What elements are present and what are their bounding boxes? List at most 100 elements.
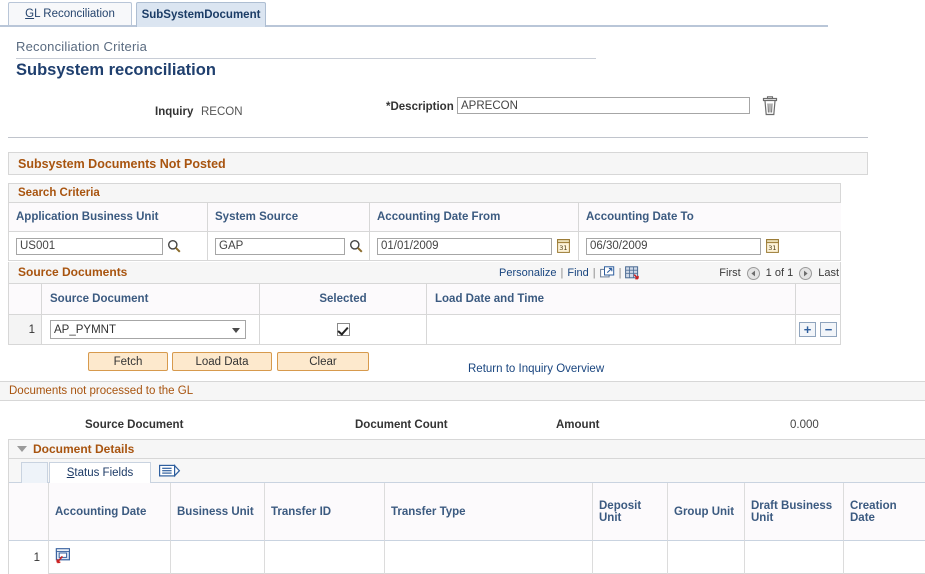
cell-source-document: AP_PYMNT (42, 314, 260, 344)
tab-subsystemdocument[interactable]: SubSystemDocument (136, 2, 266, 27)
cell-row-actions: + − (796, 314, 840, 344)
toolbar-separator-2: | (592, 267, 596, 279)
calendar-icon-date-to[interactable]: 31 (766, 239, 779, 253)
find-link[interactable]: Find (567, 267, 588, 279)
column-header-accounting-date-to: Accounting Date To (579, 203, 841, 231)
load-data-button[interactable]: Load Data (172, 352, 272, 371)
column-header-row-actions (796, 284, 840, 314)
column-header-application-business-unit: Application Business Unit (9, 203, 208, 231)
source-document-select-value: AP_PYMNT (54, 323, 116, 336)
source-document-select[interactable]: AP_PYMNT (50, 320, 246, 339)
view-all-icon[interactable] (599, 266, 615, 280)
column-header-accounting-date-from: Accounting Date From (370, 203, 579, 231)
tab-strip: GL Reconciliation SubSystemDocument (0, 0, 925, 27)
source-documents-title: Source Documents (18, 265, 128, 279)
document-details-grid: Status Fields Accounting Date Business U… (8, 459, 925, 574)
calendar-icon-date-from[interactable]: 31 (557, 239, 570, 253)
cell-load-date-and-time (427, 314, 796, 344)
column-header-accounting-date: Accounting Date (49, 483, 171, 540)
peoplesoft-page: GL Reconciliation SubSystemDocument Reco… (0, 0, 925, 574)
cell-accounting-date-from: 31 (370, 231, 579, 260)
column-header-detail-row-number (9, 483, 49, 540)
return-to-inquiry-overview-link[interactable]: Return to Inquiry Overview (468, 363, 604, 375)
documents-not-processed-label: Documents not processed to the GL (9, 385, 194, 397)
next-page-icon[interactable] (799, 266, 813, 280)
toolbar-separator-1: | (560, 267, 564, 279)
summary-label-amount: Amount (556, 419, 600, 431)
description-input[interactable] (457, 97, 750, 114)
cell-draft-business-unit (745, 540, 844, 574)
system-source-input[interactable] (215, 237, 345, 255)
search-criteria-grid: Application Business Unit System Source … (8, 203, 841, 261)
page-title: Subsystem reconciliation (16, 61, 216, 79)
detail-grid-tabrow: Status Fields (9, 459, 925, 483)
detail-grid-tab-corner (21, 462, 48, 483)
table-row-number: 1 (9, 314, 42, 344)
application-business-unit-input[interactable] (16, 237, 163, 255)
personalize-link[interactable]: Personalize (499, 267, 556, 279)
cell-selected (260, 314, 427, 344)
accounting-date-from-input[interactable] (377, 237, 552, 255)
breadcrumb: Reconciliation Criteria (16, 39, 148, 54)
grid-toolbar: Personalize | Find | | First 1 of 1 Last (499, 265, 839, 281)
cell-transfer-type (385, 540, 593, 574)
first-page-label[interactable]: First (719, 267, 740, 279)
column-header-group-unit: Group Unit (668, 483, 745, 540)
cell-accounting-date (49, 540, 171, 574)
search-criteria-label: Search Criteria (18, 187, 100, 199)
section-header-not-posted: Subsystem Documents Not Posted (8, 152, 868, 175)
summary-value-amount: 0.000 (790, 419, 819, 431)
document-details-title: Document Details (33, 442, 135, 456)
column-header-deposit-unit: Deposit Unit (593, 483, 668, 540)
toolbar-separator-3: | (618, 267, 622, 279)
cell-group-unit (668, 540, 745, 574)
description-label: *Description (386, 101, 454, 113)
inquiry-value: RECON (201, 106, 243, 118)
detail-table-row-number: 1 (9, 540, 49, 574)
inquiry-label: Inquiry (155, 106, 194, 118)
tab-underline (0, 25, 828, 27)
tab-status-fields[interactable]: Status Fields (49, 462, 151, 483)
column-header-creation-date: Creation Date (844, 483, 925, 540)
show-all-columns-icon[interactable] (159, 464, 181, 481)
collapse-triangle-icon[interactable] (17, 446, 27, 452)
svg-text:31: 31 (768, 244, 776, 252)
selected-checkbox[interactable] (336, 323, 350, 336)
tab-status-fields-label: Status Fields (66, 467, 134, 479)
column-header-transfer-type: Transfer Type (385, 483, 593, 540)
cell-transfer-id (265, 540, 385, 574)
add-row-button[interactable]: + (799, 322, 816, 337)
section-header-not-posted-label: Subsystem Documents Not Posted (18, 156, 226, 171)
column-header-transfer-id: Transfer ID (265, 483, 385, 540)
documents-not-processed-header: Documents not processed to the GL (0, 381, 925, 401)
column-header-row-number (9, 284, 42, 314)
summary-label-source-document: Source Document (85, 419, 184, 431)
delete-row-button[interactable]: − (820, 322, 837, 337)
accounting-date-to-input[interactable] (586, 237, 761, 255)
tab-gl-reconciliation[interactable]: GL Reconciliation (8, 2, 132, 25)
clear-button[interactable]: Clear (277, 352, 369, 371)
document-details-header: Document Details (8, 439, 925, 459)
lookup-icon-system-source[interactable] (349, 239, 363, 253)
last-page-label[interactable]: Last (818, 267, 839, 279)
column-header-source-document: Source Document (42, 284, 260, 314)
tab-subsystemdocument-label: SubSystemDocument (141, 9, 261, 21)
fetch-button[interactable]: Fetch (88, 352, 168, 371)
cell-system-source (208, 231, 370, 260)
column-header-system-source: System Source (208, 203, 370, 231)
cell-creation-date (844, 540, 925, 574)
column-header-selected: Selected (260, 284, 427, 314)
delete-icon[interactable] (762, 96, 778, 116)
previous-page-icon[interactable] (746, 266, 760, 280)
lookup-icon-business-unit[interactable] (167, 239, 181, 253)
tab-gl-reconciliation-label: GL Reconciliation (25, 8, 115, 20)
download-grid-icon[interactable] (625, 266, 640, 280)
chevron-down-icon (232, 328, 240, 333)
column-header-business-unit: Business Unit (171, 483, 265, 540)
drill-down-icon[interactable] (55, 548, 72, 567)
cell-deposit-unit (593, 540, 668, 574)
source-documents-grid: Source Document Selected Load Date and T… (8, 284, 841, 345)
column-header-load-date-and-time: Load Date and Time (427, 284, 796, 314)
breadcrumb-divider (16, 58, 596, 59)
cell-business-unit (171, 540, 265, 574)
